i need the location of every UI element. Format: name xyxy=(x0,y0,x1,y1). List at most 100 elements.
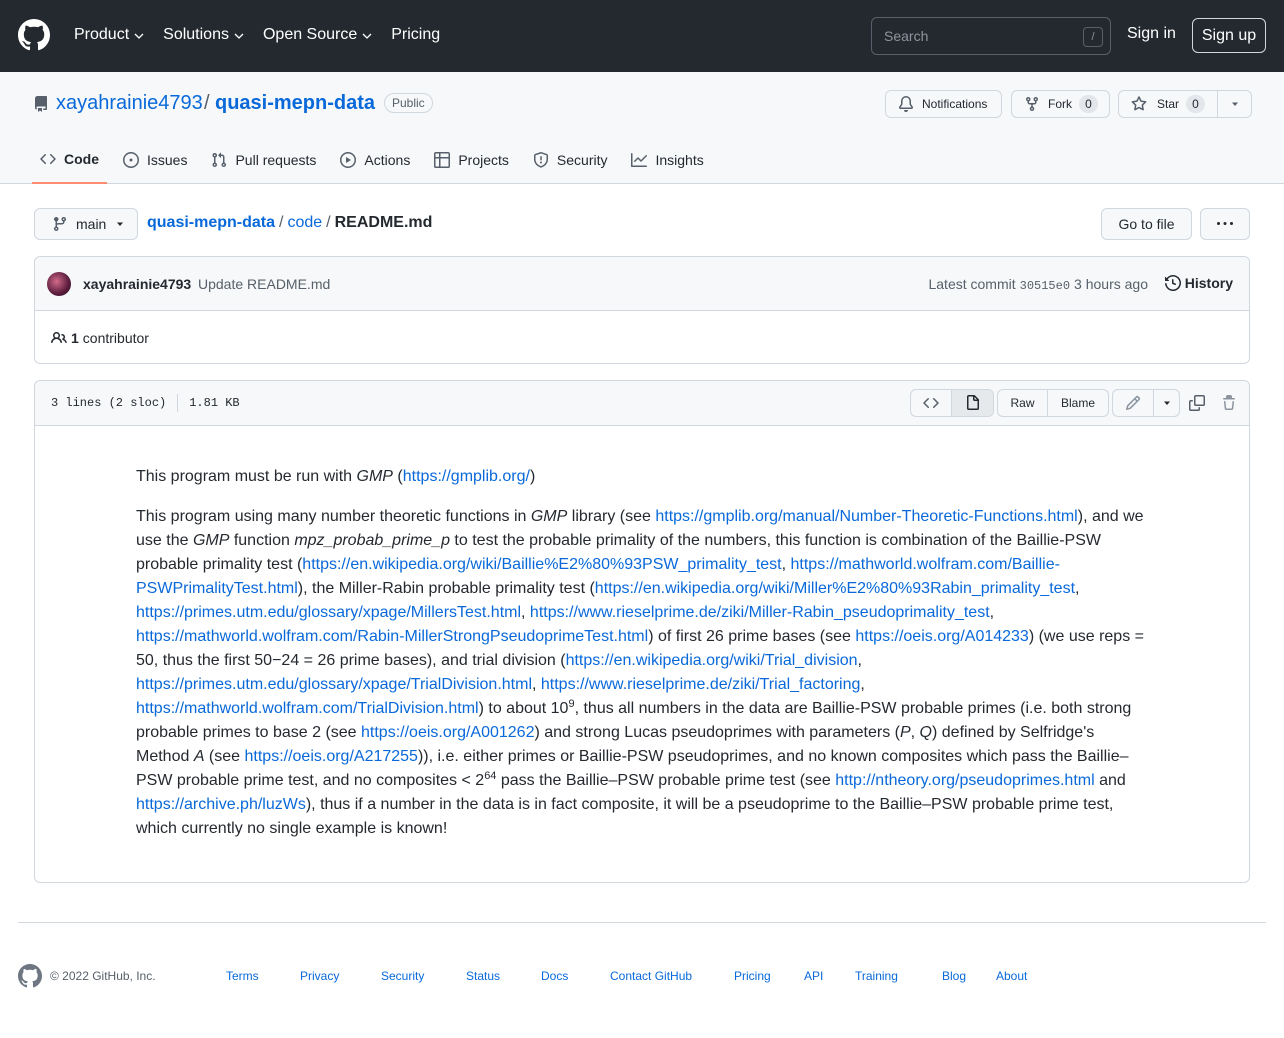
tab-projects-label: Projects xyxy=(458,152,509,168)
trash-icon[interactable] xyxy=(1221,395,1237,411)
tab-insights-label: Insights xyxy=(655,152,704,168)
readme-link[interactable]: https://www.rieselprime.de/ziki/Miller-R… xyxy=(530,604,990,621)
footer-link-security[interactable]: Security xyxy=(381,969,466,983)
commit-author-link[interactable]: xayahrainie4793 xyxy=(83,276,191,292)
branch-selector[interactable]: main xyxy=(34,208,138,240)
fork-label: Fork xyxy=(1048,97,1072,111)
source-view-button[interactable] xyxy=(911,390,952,416)
nav-pricing[interactable]: Pricing xyxy=(391,24,440,46)
readme-link[interactable]: https://gmplib.org/manual/Number-Theoret… xyxy=(655,508,1077,525)
readme-link[interactable]: https://mathworld.wolfram.com/TrialDivis… xyxy=(136,700,479,717)
go-to-file-button[interactable]: Go to file xyxy=(1101,208,1192,240)
footer-link-about[interactable]: About xyxy=(996,969,1027,983)
nav-product[interactable]: Product xyxy=(74,24,145,46)
readme-link[interactable]: https://oeis.org/A217255 xyxy=(245,748,418,765)
footer-link-api[interactable]: API xyxy=(804,969,855,983)
footer-link-privacy[interactable]: Privacy xyxy=(300,969,381,983)
commit-box: xayahrainie4793 Update README.md Latest … xyxy=(34,256,1250,364)
readme-link[interactable]: https://archive.ph/luzWs xyxy=(136,796,306,813)
breadcrumb-current-file: README.md xyxy=(334,214,433,231)
readme-link[interactable]: https://oeis.org/A001262 xyxy=(361,724,534,741)
readme-link[interactable]: https://en.wikipedia.org/wiki/Trial_divi… xyxy=(566,652,858,669)
blame-button[interactable]: Blame xyxy=(1048,390,1108,416)
text-emphasis: mpz_probab_prime_p xyxy=(294,532,450,549)
edit-dropdown-button[interactable] xyxy=(1154,390,1179,416)
edit-button[interactable] xyxy=(1113,390,1154,416)
repo-path-separator: / xyxy=(204,92,210,114)
readme-link[interactable]: https://mathworld.wolfram.com/Rabin-Mill… xyxy=(136,628,648,645)
readme-link[interactable]: https://en.wikipedia.org/wiki/Baillie%E2… xyxy=(302,556,781,573)
footer-link-training[interactable]: Training xyxy=(855,969,942,983)
commit-time: 3 hours ago xyxy=(1074,276,1148,292)
file-icon xyxy=(966,395,979,410)
history-label: History xyxy=(1184,275,1233,291)
readme-link[interactable]: https://oeis.org/A014233 xyxy=(855,628,1028,645)
table-icon xyxy=(434,152,451,168)
text: library (see xyxy=(567,508,656,525)
triangle-down-icon xyxy=(117,222,124,226)
text: ), the Miller-Rabin probable primality t… xyxy=(297,580,595,597)
fork-button[interactable]: Fork 0 xyxy=(1011,90,1110,118)
footer-link-terms[interactable]: Terms xyxy=(226,969,300,983)
tab-issues[interactable]: Issues xyxy=(115,140,195,180)
sign-in-link[interactable]: Sign in xyxy=(1127,25,1176,43)
readme-link[interactable]: https://www.rieselprime.de/ziki/Trial_fa… xyxy=(541,676,861,693)
footer-link-pricing[interactable]: Pricing xyxy=(734,969,804,983)
tab-insights[interactable]: Insights xyxy=(623,140,711,180)
tab-code[interactable]: Code xyxy=(32,140,107,184)
shield-icon xyxy=(533,152,548,168)
repo-name-link[interactable]: quasi-mepn-data xyxy=(215,92,375,115)
text: function xyxy=(229,532,295,549)
search-input[interactable] xyxy=(872,18,1072,54)
breadcrumb-repo-link[interactable]: quasi-mepn-data xyxy=(147,214,275,232)
history-icon xyxy=(1164,275,1181,291)
tab-pull-requests[interactable]: Pull requests xyxy=(203,140,324,180)
star-dropdown-button[interactable] xyxy=(1217,90,1252,118)
rendered-view-button[interactable] xyxy=(952,390,993,416)
repo-tabs: Code Issues Pull requests Actions Projec… xyxy=(32,140,720,184)
readme-link[interactable]: https://en.wikipedia.org/wiki/Miller%E2%… xyxy=(595,580,1075,597)
latest-commit-row: xayahrainie4793 Update README.md Latest … xyxy=(35,257,1249,311)
breadcrumb-code-link[interactable]: code xyxy=(287,214,322,232)
commit-sha-link[interactable]: 30515e0 xyxy=(1020,279,1070,293)
text: , xyxy=(781,556,791,573)
repo-owner-link[interactable]: xayahrainie4793 xyxy=(56,92,203,115)
footer-copyright: © 2022 GitHub, Inc. xyxy=(50,969,156,983)
commit-message-link[interactable]: Update README.md xyxy=(198,276,330,292)
notifications-button[interactable]: Notifications xyxy=(885,90,1002,118)
nav-open-source[interactable]: Open Source xyxy=(263,24,373,46)
contributors[interactable]: 1 contributor xyxy=(51,330,149,346)
footer-link-status[interactable]: Status xyxy=(466,969,541,983)
footer-link-contact[interactable]: Contact GitHub xyxy=(610,969,734,983)
pull-request-icon xyxy=(212,152,227,168)
raw-button[interactable]: Raw xyxy=(998,390,1048,416)
global-header: Product Solutions Open Source Pricing / … xyxy=(0,0,1284,72)
people-icon xyxy=(51,331,67,344)
readme-content: This program must be run with GMP (https… xyxy=(136,465,1146,857)
readme-link[interactable]: http://ntheory.org/pseudoprimes.html xyxy=(835,772,1094,789)
bell-icon xyxy=(899,96,913,112)
sign-up-button[interactable]: Sign up xyxy=(1192,18,1266,53)
readme-link[interactable]: https://primes.utm.edu/glossary/xpage/Mi… xyxy=(136,604,521,621)
readme-link[interactable]: https://gmplib.org/ xyxy=(403,468,530,485)
history-link[interactable]: History xyxy=(1164,275,1233,291)
star-button[interactable]: Star 0 xyxy=(1118,90,1218,118)
github-logo-icon[interactable] xyxy=(18,964,42,988)
breadcrumb: quasi-mepn-data / code / README.md xyxy=(147,214,432,232)
footer-link-blog[interactable]: Blog xyxy=(942,969,996,983)
file-size: 1.81 KB xyxy=(189,396,240,410)
nav-solutions[interactable]: Solutions xyxy=(163,24,245,46)
tab-actions[interactable]: Actions xyxy=(332,140,418,180)
avatar[interactable] xyxy=(47,272,71,296)
github-logo-icon[interactable] xyxy=(18,19,50,51)
footer-links: Terms Privacy Security Status Docs Conta… xyxy=(226,969,1027,983)
more-options-button[interactable] xyxy=(1200,208,1250,240)
pencil-icon xyxy=(1125,395,1141,411)
footer-link-docs[interactable]: Docs xyxy=(541,969,610,983)
footer-divider xyxy=(18,922,1266,923)
tab-projects[interactable]: Projects xyxy=(426,140,517,180)
tab-security[interactable]: Security xyxy=(525,140,616,180)
readme-link[interactable]: https://primes.utm.edu/glossary/xpage/Tr… xyxy=(136,676,532,693)
copy-icon[interactable] xyxy=(1189,395,1205,411)
contributors-label: contributor xyxy=(82,330,149,346)
